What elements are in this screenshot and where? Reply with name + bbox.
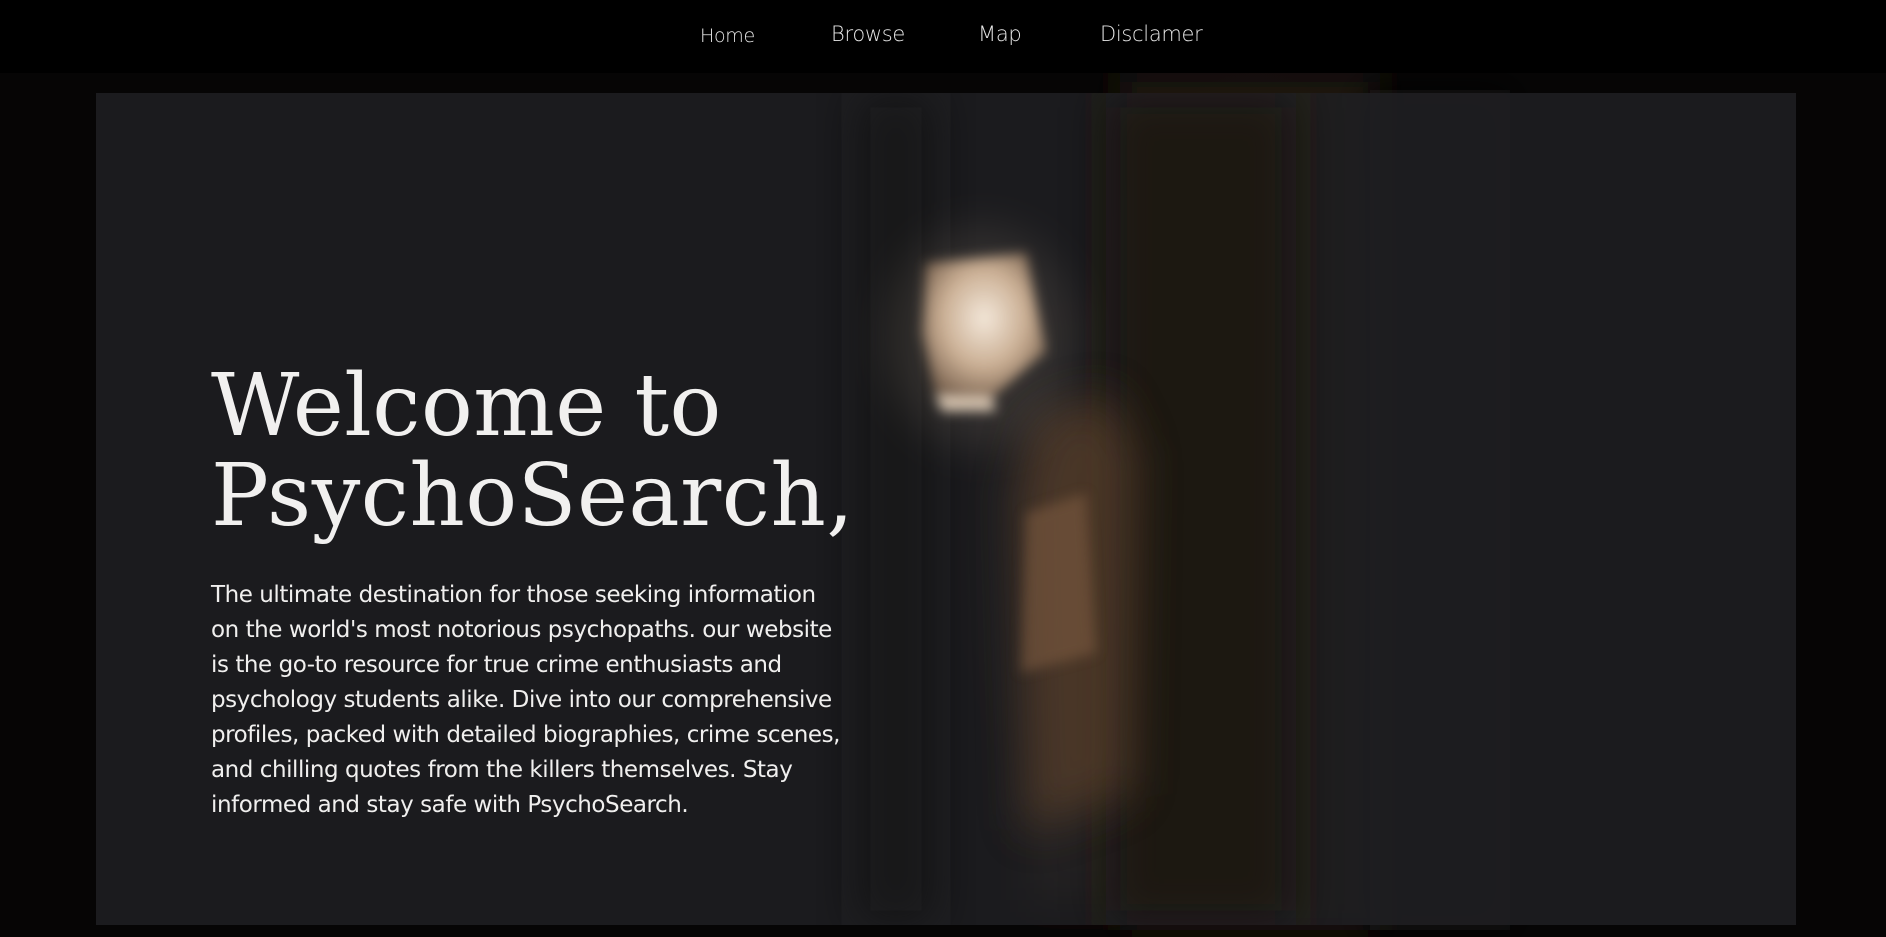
hero-section: Welcome to PsychoSearch, The ultimate de…	[96, 93, 1796, 925]
nav-disclaimer-link[interactable]: Disclamer	[1100, 22, 1203, 46]
nav-map-link[interactable]: Map	[978, 22, 1022, 46]
hero-title: Welcome to PsychoSearch,	[211, 361, 911, 541]
hero-description: The ultimate destination for those seeki…	[211, 582, 841, 818]
nav-home-link[interactable]: Home	[700, 25, 755, 47]
nav-browse-link[interactable]: Browse	[831, 22, 905, 46]
hero-title-line-2: PsychoSearch,	[211, 446, 855, 546]
top-nav: Home Browse Map Disclamer	[0, 0, 1886, 73]
hero-title-line-1: Welcome to	[211, 356, 722, 456]
page: Home Browse Map Disclamer Welcome to Psy…	[0, 0, 1886, 937]
